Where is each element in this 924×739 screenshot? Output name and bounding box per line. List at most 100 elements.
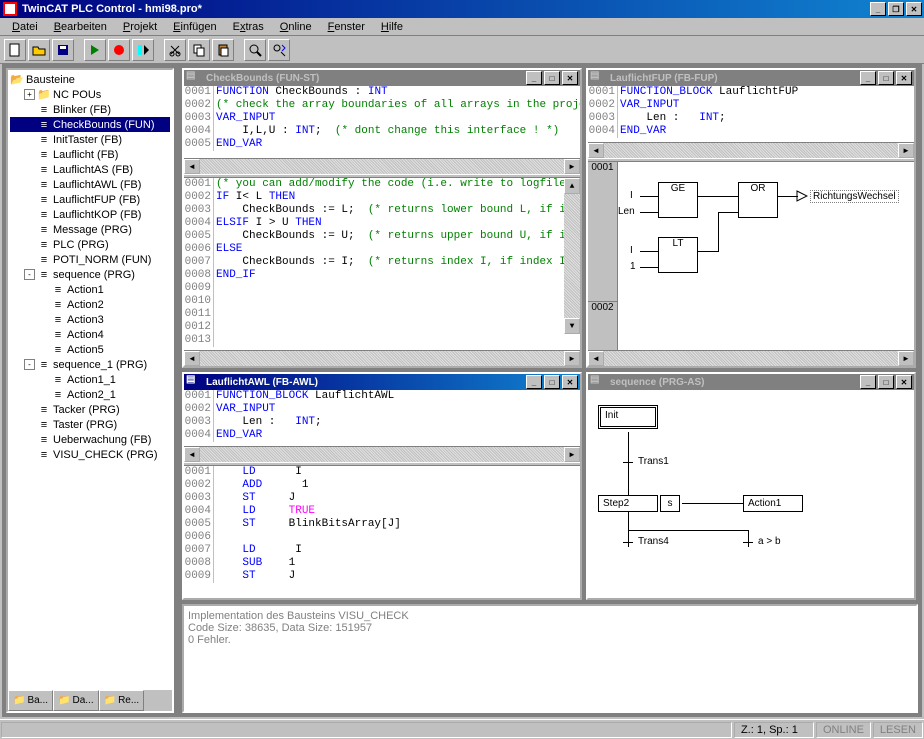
code-line[interactable]: 0010 [184, 295, 580, 308]
tree-item[interactable]: ≡Blinker (FB) [10, 102, 170, 117]
seq-qualifier[interactable]: s [660, 495, 680, 512]
run-button[interactable] [84, 39, 106, 61]
code-line[interactable]: 0003 Len : INT; [184, 416, 580, 429]
tree[interactable]: 📂Bausteine+📁NC POUs≡Blinker (FB)≡CheckBo… [8, 70, 172, 689]
tree-item[interactable]: ≡CheckBounds (FUN) [10, 117, 170, 132]
maximize-button[interactable]: □ [544, 375, 560, 389]
body-area[interactable]: ▲▼ 0001(* you can add/modify the code (i… [184, 178, 580, 350]
code-line[interactable]: 0001FUNCTION CheckBounds : INT [184, 86, 580, 99]
seq-step2[interactable]: Step2 [598, 495, 658, 512]
menu-bearbeiten[interactable]: Bearbeiten [46, 19, 115, 35]
code-line[interactable]: 0006 [184, 531, 580, 544]
stop-button[interactable] [108, 39, 130, 61]
hscroll[interactable]: ◄► [184, 446, 580, 462]
close-button[interactable]: ✕ [562, 375, 578, 389]
hscroll[interactable]: ◄► [184, 350, 580, 366]
tree-item[interactable]: -≡sequence (PRG) [10, 267, 170, 282]
fup-output[interactable]: RichtungsWechsel [810, 190, 899, 203]
hscroll[interactable]: ◄► [588, 142, 914, 158]
close-button[interactable]: ✕ [562, 71, 578, 85]
step-button[interactable] [132, 39, 154, 61]
tree-item[interactable]: ≡Action5 [10, 342, 170, 357]
fup-or-block[interactable]: OR [738, 182, 778, 218]
code-line[interactable]: 0004ELSIF I > U THEN [184, 217, 580, 230]
copy-button[interactable] [188, 39, 210, 61]
code-line[interactable]: 0002(* check the array boundaries of all… [184, 99, 580, 112]
maximize-button[interactable]: □ [878, 71, 894, 85]
code-line[interactable]: 0005 CheckBounds := U; (* returns upper … [184, 230, 580, 243]
close-button[interactable]: ✕ [906, 2, 922, 16]
tree-item[interactable]: ≡LauflichtFUP (FB) [10, 192, 170, 207]
tree-item[interactable]: ≡LauflichtAS (FB) [10, 162, 170, 177]
open-button[interactable] [28, 39, 50, 61]
code-line[interactable]: 0001 LD I [184, 466, 580, 479]
tree-item[interactable]: ≡Action3 [10, 312, 170, 327]
fup-lt-block[interactable]: LT [658, 237, 698, 273]
tree-item[interactable]: ≡Action2_1 [10, 387, 170, 402]
tree-item[interactable]: ≡Action1_1 [10, 372, 170, 387]
code-line[interactable]: 0001(* you can add/modify the code (i.e.… [184, 178, 580, 191]
tree-item[interactable]: ≡Tacker (PRG) [10, 402, 170, 417]
code-line[interactable]: 0002 ADD 1 [184, 479, 580, 492]
menu-extras[interactable]: Extras [225, 19, 272, 35]
code-line[interactable]: 0004 I,L,U : INT; (* dont change this in… [184, 125, 580, 138]
findnext-button[interactable] [268, 39, 290, 61]
tree-item[interactable]: ≡PLC (PRG) [10, 237, 170, 252]
code-line[interactable]: 0004 LD TRUE [184, 505, 580, 518]
seq-init[interactable]: Init [598, 405, 658, 429]
window-lauflichtfup-titlebar[interactable]: ▤ LauflichtFUP (FB-FUP) _ □ ✕ [588, 70, 914, 86]
tree-item[interactable]: ≡Action4 [10, 327, 170, 342]
decl-area[interactable]: 0001FUNCTION_BLOCK LauflichtFUP0002VAR_I… [588, 86, 914, 142]
menu-einfuegen[interactable]: Einfügen [165, 19, 224, 35]
code-line[interactable]: 0003 Len : INT; [588, 112, 914, 125]
maximize-button[interactable]: □ [878, 375, 894, 389]
code-line[interactable]: 0004END_VAR [184, 429, 580, 442]
code-line[interactable]: 0007 LD I [184, 544, 580, 557]
window-checkbounds-titlebar[interactable]: ▤ CheckBounds (FUN-ST) _ □ ✕ [184, 70, 580, 86]
code-line[interactable]: 0009 ST J [184, 570, 580, 583]
menu-hilfe[interactable]: Hilfe [373, 19, 411, 35]
tree-item[interactable]: ≡Taster (PRG) [10, 417, 170, 432]
code-line[interactable]: 0012 [184, 321, 580, 334]
code-line[interactable]: 0002VAR_INPUT [184, 403, 580, 416]
save-button[interactable] [52, 39, 74, 61]
code-line[interactable]: 0009 [184, 282, 580, 295]
code-line[interactable]: 0005 ST BlinkBitsArray[J] [184, 518, 580, 531]
window-sequence-titlebar[interactable]: ▤ sequence (PRG-AS) _ □ ✕ [588, 374, 914, 390]
code-line[interactable]: 0013 [184, 334, 580, 347]
window-lauflichtawl-titlebar[interactable]: ▤ LauflichtAWL (FB-AWL) _ □ ✕ [184, 374, 580, 390]
cut-button[interactable] [164, 39, 186, 61]
paste-button[interactable] [212, 39, 234, 61]
code-line[interactable]: 0003VAR_INPUT [184, 112, 580, 125]
tree-item[interactable]: -≡sequence_1 (PRG) [10, 357, 170, 372]
minimize-button[interactable]: _ [860, 71, 876, 85]
code-line[interactable]: 0004END_VAR [588, 125, 914, 138]
minimize-button[interactable]: _ [526, 375, 542, 389]
find-button[interactable] [244, 39, 266, 61]
code-line[interactable]: 0003 ST J [184, 492, 580, 505]
hscroll[interactable]: ◄► [588, 350, 914, 366]
body-area[interactable]: 0001 LD I0002 ADD 10003 ST J0004 LD TRUE… [184, 466, 580, 598]
tree-item[interactable]: +📁NC POUs [10, 87, 170, 102]
fup-canvas[interactable]: 0001 0002 GE LT OR I Len I 1 [588, 162, 914, 350]
tree-item[interactable]: ≡Action2 [10, 297, 170, 312]
tree-item[interactable]: ≡POTI_NORM (FUN) [10, 252, 170, 267]
tree-item[interactable]: ≡LauflichtKOP (FB) [10, 207, 170, 222]
new-button[interactable] [4, 39, 26, 61]
message-pane[interactable]: Implementation des Bausteins VISU_CHECK … [182, 604, 918, 713]
close-button[interactable]: ✕ [896, 375, 912, 389]
expand-icon[interactable]: - [24, 359, 35, 370]
tree-item[interactable]: ≡VISU_CHECK (PRG) [10, 447, 170, 462]
expand-icon[interactable]: - [24, 269, 35, 280]
code-line[interactable]: 0006ELSE [184, 243, 580, 256]
tab-bausteine[interactable]: 📁Ba... [8, 690, 53, 711]
code-line[interactable]: 0002IF I< L THEN [184, 191, 580, 204]
minimize-button[interactable]: _ [526, 71, 542, 85]
code-line[interactable]: 0011 [184, 308, 580, 321]
vscroll[interactable]: ▲▼ [564, 178, 580, 334]
fup-ge-block[interactable]: GE [658, 182, 698, 218]
expand-icon[interactable]: + [24, 89, 35, 100]
code-line[interactable]: 0007 CheckBounds := I; (* returns index … [184, 256, 580, 269]
tree-item[interactable]: ≡Message (PRG) [10, 222, 170, 237]
code-line[interactable]: 0008END_IF [184, 269, 580, 282]
